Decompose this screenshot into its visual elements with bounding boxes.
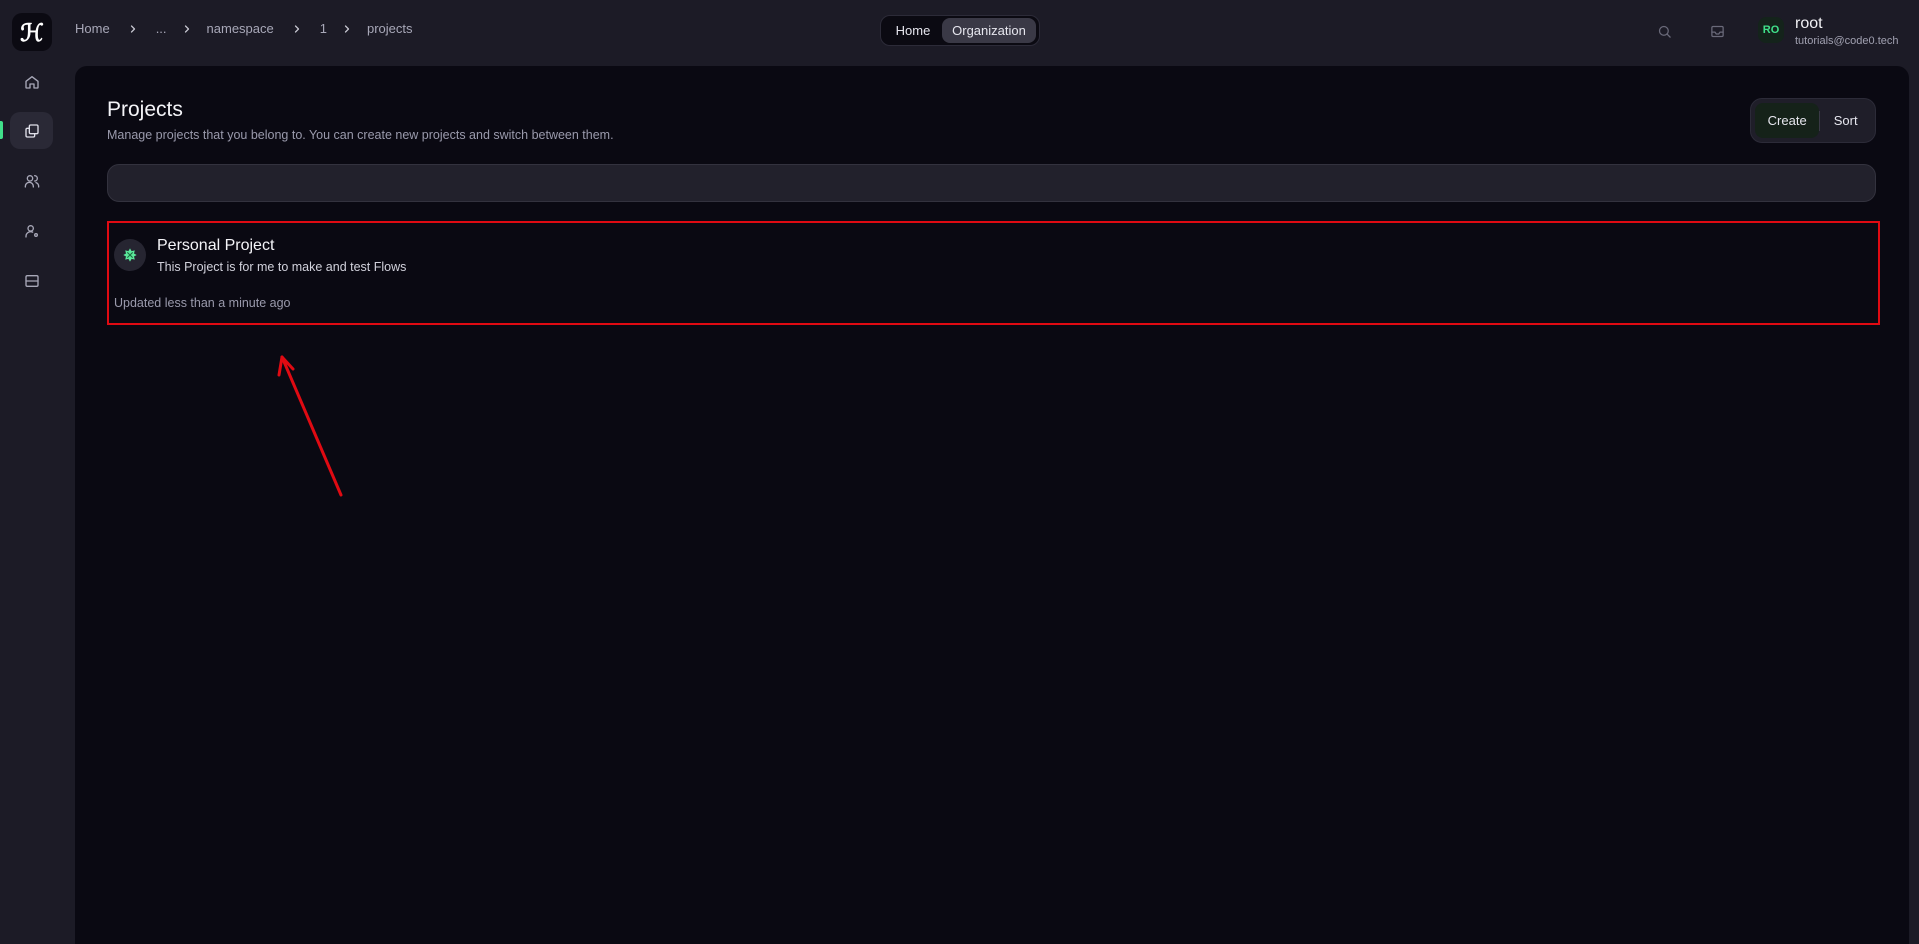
main-panel: Projects Manage projects that you belong… [75, 66, 1909, 944]
create-button[interactable]: Create [1755, 103, 1820, 138]
user-email: tutorials@code0.tech [1795, 35, 1899, 47]
sidebar-item-home[interactable] [10, 63, 53, 100]
breadcrumb: Home ... namespace 1 projects [75, 21, 413, 36]
toggle-home[interactable]: Home [884, 18, 942, 43]
sidebar-item-roles[interactable] [10, 212, 53, 249]
avatar[interactable]: RO [1758, 17, 1784, 43]
toggle-organization[interactable]: Organization [942, 18, 1036, 43]
project-actions: Create Sort [1750, 98, 1876, 143]
search-button[interactable] [1655, 22, 1673, 40]
chevron-right-icon [110, 23, 156, 35]
project-updated: Updated less than a minute ago [114, 296, 291, 310]
app-root: ℋ Home ... namespace 1 projects Home Org… [0, 0, 1919, 944]
scope-toggle: Home Organization [880, 15, 1040, 46]
active-indicator [0, 121, 3, 139]
breadcrumb-ellipsis[interactable]: ... [156, 21, 167, 36]
sidebar-item-members[interactable] [10, 162, 53, 199]
user-settings-icon [24, 224, 38, 238]
breadcrumb-id[interactable]: 1 [320, 21, 327, 36]
chevron-right-icon [167, 23, 207, 35]
project-name: Personal Project [157, 237, 275, 254]
sidebar-item-projects[interactable] [10, 112, 53, 149]
search-icon [1658, 25, 1671, 38]
page-title: Projects [107, 98, 183, 121]
users-icon [24, 174, 39, 188]
folders-icon [24, 123, 39, 138]
breadcrumb-projects[interactable]: projects [367, 21, 413, 36]
project-avatar [114, 239, 146, 271]
sidebar-item-storage[interactable] [10, 262, 53, 299]
chevron-right-icon [274, 23, 320, 35]
inbox-button[interactable] [1708, 22, 1726, 40]
project-description: This Project is for me to make and test … [157, 260, 407, 274]
breadcrumb-namespace[interactable]: namespace [207, 21, 274, 36]
app-logo[interactable]: ℋ [12, 13, 52, 51]
page-subtitle: Manage projects that you belong to. You … [107, 128, 614, 142]
sort-button[interactable]: Sort [1820, 103, 1871, 138]
sidebar: ℋ [0, 0, 64, 944]
breadcrumb-home[interactable]: Home [75, 21, 110, 36]
chevron-right-icon [327, 23, 367, 35]
project-badge-icon [123, 248, 137, 262]
home-icon [24, 75, 39, 89]
project-card[interactable]: Personal Project This Project is for me … [107, 221, 1880, 325]
user-name: root [1795, 15, 1823, 32]
search-input[interactable] [107, 164, 1876, 202]
inbox-icon [1710, 25, 1724, 37]
server-icon [24, 274, 39, 287]
